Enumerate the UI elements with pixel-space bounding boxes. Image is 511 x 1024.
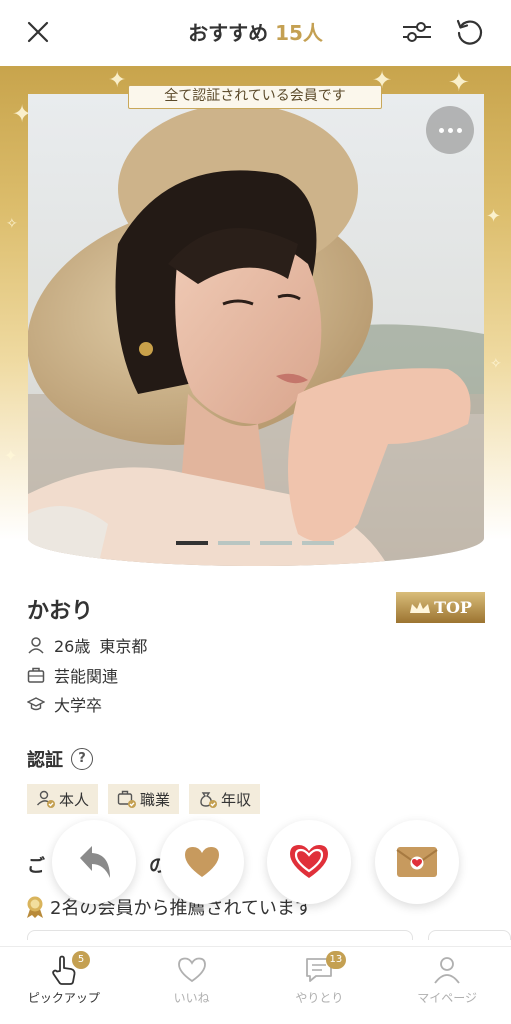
nav-label: ピックアップ	[27, 991, 100, 1005]
page-dot[interactable]	[218, 541, 250, 545]
profile-name: かおり	[27, 599, 94, 624]
certification-tags: 本人 職業 年収	[27, 784, 261, 814]
cert-tag-label: 本人	[59, 790, 90, 809]
undo-arrow-icon	[80, 846, 110, 878]
profile-recommend-screen: おすすめ 15人 ✦ ✦ ✦ ✦ ✦ ✧ ✧ ✦ 全て認証されている会員です か…	[0, 0, 511, 1024]
sparkle-icon: ✧	[490, 356, 502, 372]
pickup-badge: 5	[72, 951, 90, 969]
cert-tag-label: 年収	[221, 790, 252, 809]
title-text: おすすめ	[188, 21, 269, 45]
person-icon	[434, 957, 460, 984]
like-heart-icon	[185, 847, 219, 877]
nav-item-messages[interactable]: 13 やりとり	[256, 947, 384, 1024]
cert-tag-label: 職業	[140, 790, 171, 809]
top-rank-badge: TOP	[396, 592, 485, 623]
crown-icon	[410, 601, 431, 613]
sparkle-icon: ✦	[486, 206, 502, 227]
verified-person-icon	[36, 790, 55, 808]
member-count: 15人	[275, 21, 323, 45]
cert-tag-income: 年収	[189, 784, 261, 814]
age-location-row: 26歳 東京都	[27, 633, 147, 657]
nav-label: マイページ	[417, 991, 477, 1005]
refresh-button[interactable]	[451, 14, 487, 50]
recommender-card[interactable]	[428, 930, 511, 940]
nav-label: やりとり	[295, 991, 344, 1005]
top-badge-label: TOP	[434, 598, 472, 617]
briefcase-icon	[27, 667, 45, 683]
recommend-text-row: 2名の会員から推薦されています	[24, 894, 313, 920]
sparkle-icon: ✦	[4, 446, 18, 465]
sparkle-icon: ✦	[108, 68, 127, 93]
filter-button[interactable]	[399, 14, 435, 50]
more-horizontal-icon	[447, 127, 453, 133]
page-dot[interactable]	[176, 541, 208, 545]
header: おすすめ 15人	[0, 0, 511, 64]
profile-photo[interactable]	[28, 94, 484, 566]
photo-page-indicator	[176, 541, 334, 545]
nav-item-mypage[interactable]: マイページ	[383, 947, 511, 1024]
age: 26歳	[54, 637, 91, 656]
filter-sliders-icon	[403, 22, 431, 42]
nav-label: いいね	[173, 991, 210, 1005]
message-button[interactable]	[375, 820, 459, 904]
verified-members-tag: 全て認証されている会員です	[128, 85, 382, 109]
education-row: 大学卒	[27, 692, 102, 716]
occupation-row: 芸能関連	[27, 663, 118, 687]
recommend-title-start: ご	[27, 856, 45, 877]
verified-briefcase-icon	[117, 790, 137, 808]
page-dot[interactable]	[302, 541, 334, 545]
recommender-card[interactable]	[27, 930, 413, 940]
more-horizontal-icon	[438, 127, 444, 133]
nav-item-likes[interactable]: いいね	[128, 947, 256, 1024]
super-like-button[interactable]	[267, 820, 351, 904]
bottom-navigation: 5 ピックアップ いいね 13 やりとり マイページ	[0, 946, 511, 1024]
occupation: 芸能関連	[54, 667, 119, 686]
certification-title: 認証	[27, 750, 63, 771]
sparkle-icon: ✧	[6, 216, 18, 232]
heart-outline-icon	[177, 957, 206, 983]
help-icon[interactable]: ?	[71, 748, 93, 770]
nav-item-pickup[interactable]: 5 ピックアップ	[0, 947, 128, 1024]
profile-photo-image	[28, 94, 484, 566]
graduation-cap-icon	[27, 697, 45, 711]
message-envelope-icon	[396, 847, 438, 877]
like-button[interactable]	[160, 820, 244, 904]
certification-heading: 認証 ?	[27, 746, 93, 772]
page-dot[interactable]	[260, 541, 292, 545]
cert-tag-job: 職業	[108, 784, 180, 814]
person-icon	[28, 637, 44, 654]
cert-tag-identity: 本人	[27, 784, 99, 814]
refresh-icon	[456, 19, 483, 45]
more-horizontal-icon	[456, 127, 462, 133]
more-options-button[interactable]	[426, 106, 474, 154]
super-like-heart-icon	[290, 845, 328, 878]
education: 大学卒	[54, 696, 103, 715]
verified-money-bag-icon	[200, 792, 218, 808]
award-ribbon-icon	[27, 896, 43, 918]
location: 東京都	[99, 637, 148, 656]
undo-button[interactable]	[52, 820, 136, 904]
messages-badge: 13	[325, 951, 347, 969]
